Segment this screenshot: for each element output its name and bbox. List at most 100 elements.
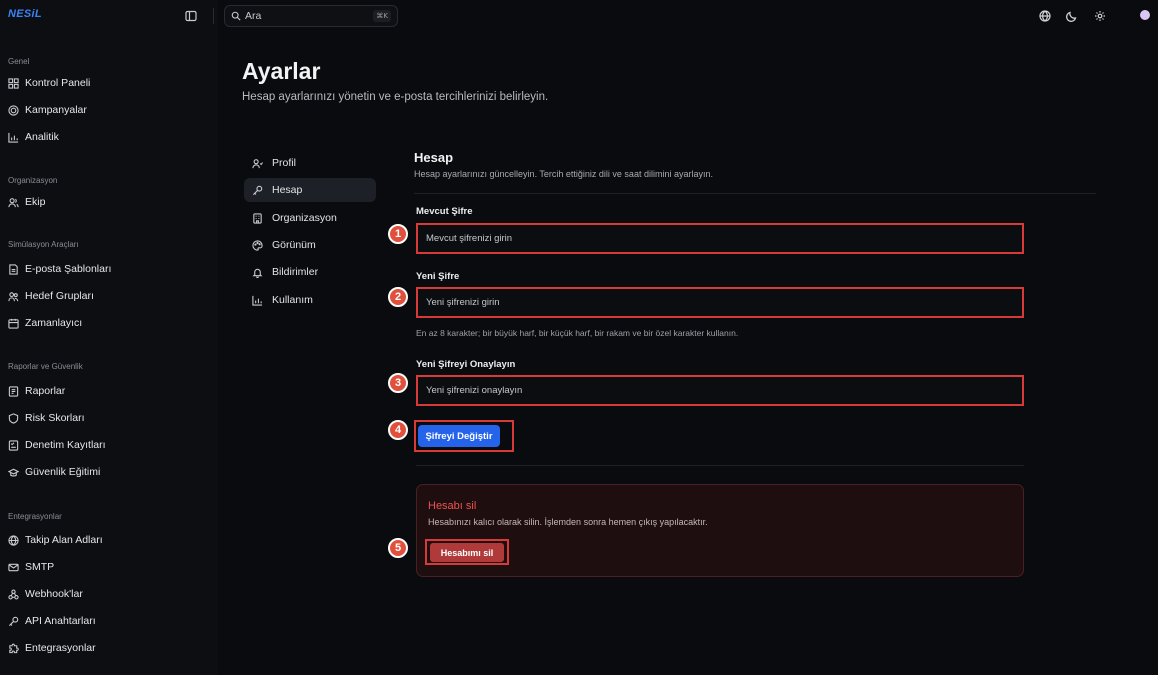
sidebar-item-label: Entegrasyonlar: [25, 642, 96, 654]
settings-nav-profil[interactable]: Profil: [244, 151, 376, 175]
sidebar-section-raporlar: Raporlar ve Güvenlik: [8, 362, 83, 371]
sidebar-section-simulasyon: Simülasyon Araçları: [8, 240, 79, 249]
theme-toggle-button[interactable]: [1065, 9, 1078, 22]
danger-zone-title: Hesabı sil: [428, 500, 477, 512]
calendar-icon: [8, 318, 19, 329]
settings-nav-gorunum[interactable]: Görünüm: [244, 233, 376, 257]
settings-icon: [1094, 10, 1105, 21]
chart-icon: [8, 132, 19, 143]
group-icon: [8, 291, 19, 302]
sidebar-item-label: Takip Alan Adları: [25, 534, 103, 546]
sidebar-item-risk-skorlari[interactable]: Risk Skorları: [8, 408, 208, 428]
page-title: Ayarlar: [242, 58, 321, 84]
palette-icon: [252, 239, 263, 251]
sidebar-item-label: Kampanyalar: [25, 104, 87, 116]
audit-icon: [8, 439, 19, 451]
users-icon: [8, 197, 19, 208]
settings-nav-bildirimler[interactable]: Bildirimler: [244, 260, 376, 284]
search-icon: [231, 11, 241, 21]
key-icon: [252, 185, 263, 196]
settings-nav-label: Profil: [272, 157, 296, 169]
step-marker-2: 2: [388, 287, 408, 307]
sidebar-item-kontrol-paneli[interactable]: Kontrol Paneli: [8, 73, 208, 93]
sidebar-section-genel: Genel: [8, 57, 30, 66]
shield-icon: [8, 412, 19, 424]
change-password-button[interactable]: Şifreyi Değiştir: [418, 425, 500, 447]
confirm-password-field[interactable]: [416, 375, 1024, 406]
settings-nav-hesap[interactable]: Hesap: [244, 178, 376, 202]
document-icon: [8, 263, 19, 275]
current-password-label: Mevcut Şifre: [416, 206, 473, 217]
sidebar-item-zamanlayici[interactable]: Zamanlayıcı: [8, 313, 208, 333]
sidebar-item-label: Kontrol Paneli: [25, 77, 91, 89]
sidebar-item-label: API Anahtarları: [25, 615, 96, 627]
moon-icon: [1065, 11, 1076, 22]
sidebar-item-raporlar[interactable]: Raporlar: [8, 381, 208, 401]
settings-nav-label: Bildirimler: [272, 266, 319, 278]
sidebar-item-label: Analitik: [25, 131, 59, 143]
brand-logo[interactable]: NESiL: [8, 8, 42, 20]
search-box[interactable]: ⌘K: [224, 5, 398, 27]
key-icon: [8, 616, 19, 627]
chart-icon: [252, 295, 263, 306]
confirm-password-label: Yeni Şifreyi Onaylayın: [416, 359, 516, 370]
avatar[interactable]: [1140, 10, 1150, 20]
sidebar-item-label: Raporlar: [25, 385, 66, 397]
webhook-icon: [8, 589, 19, 600]
sidebar-item-entegrasyonlar[interactable]: Entegrasyonlar: [8, 638, 208, 658]
current-password-field[interactable]: [416, 223, 1024, 254]
new-password-label: Yeni Şifre: [416, 271, 460, 282]
topbar-divider: [213, 8, 214, 24]
sidebar-section-entegrasyonlar: Entegrasyonlar: [8, 512, 62, 521]
step-marker-3: 3: [388, 373, 408, 393]
language-button[interactable]: [1038, 9, 1051, 22]
sidebar-item-webhooklar[interactable]: Webhook'lar: [8, 584, 208, 604]
sidebar-item-guvenlik-egitimi[interactable]: Güvenlik Eğitimi: [8, 462, 208, 482]
target-icon: [8, 104, 19, 116]
settings-nav-label: Organizasyon: [272, 212, 337, 224]
settings-nav-label: Hesap: [272, 184, 303, 196]
sidebar-item-label: Ekip: [25, 196, 46, 208]
password-help-text: En az 8 karakter; bir büyük harf, bir kü…: [416, 328, 739, 338]
sidebar-item-api-anahtarlari[interactable]: API Anahtarları: [8, 611, 208, 631]
user-icon: [252, 158, 263, 169]
sidebar-item-label: Zamanlayıcı: [25, 317, 83, 329]
new-password-field[interactable]: [416, 287, 1024, 318]
sidebar-item-label: Hedef Grupları: [25, 290, 94, 302]
section-description: Hesap ayarlarınızı güncelleyin. Tercih e…: [414, 169, 713, 179]
sidebar-item-label: Risk Skorları: [25, 412, 85, 424]
step-marker-4: 4: [388, 420, 408, 440]
sidebar-item-kampanyalar[interactable]: Kampanyalar: [8, 100, 208, 120]
sidebar-item-ekip[interactable]: Ekip: [8, 192, 208, 212]
settings-nav-organizasyon[interactable]: Organizasyon: [244, 206, 376, 230]
step-marker-5: 5: [388, 538, 408, 558]
section-divider: [414, 193, 1096, 194]
delete-account-button[interactable]: Hesabımı sil: [430, 543, 504, 562]
sidebar-item-analitik[interactable]: Analitik: [8, 127, 208, 147]
settings-nav-label: Görünüm: [272, 239, 316, 251]
settings-button[interactable]: [1093, 9, 1106, 22]
puzzle-icon: [8, 643, 19, 654]
sidebar-item-smtp[interactable]: SMTP: [8, 557, 208, 577]
settings-nav-label: Kullanım: [272, 294, 313, 306]
globe-icon: [1038, 9, 1051, 22]
sidebar-item-label: E-posta Şablonları: [25, 263, 112, 275]
sidebar-item-e-posta-sablonlari[interactable]: E-posta Şablonları: [8, 259, 208, 279]
sidebar-toggle-button[interactable]: [184, 9, 198, 23]
sidebar-item-label: Webhook'lar: [25, 588, 83, 600]
sidebar-item-takip-alan-adlari[interactable]: Takip Alan Adları: [8, 530, 208, 550]
mail-icon: [8, 562, 19, 573]
building-icon: [252, 212, 263, 224]
sidebar-item-hedef-gruplari[interactable]: Hedef Grupları: [8, 286, 208, 306]
search-input[interactable]: [245, 10, 365, 22]
sidebar-item-label: SMTP: [25, 561, 55, 573]
panel-icon: [185, 10, 197, 22]
sidebar-item-label: Güvenlik Eğitimi: [25, 466, 101, 478]
sidebar-item-label: Denetim Kayıtları: [25, 439, 106, 451]
section-divider: [416, 465, 1024, 466]
sidebar-item-denetim-kayitlari[interactable]: Denetim Kayıtları: [8, 435, 208, 455]
step-marker-1: 1: [388, 224, 408, 244]
settings-nav-kullanim[interactable]: Kullanım: [244, 288, 376, 312]
sidebar: NESiL Genel Kontrol Paneli Kampanyalar A…: [0, 0, 218, 675]
report-icon: [8, 385, 19, 397]
